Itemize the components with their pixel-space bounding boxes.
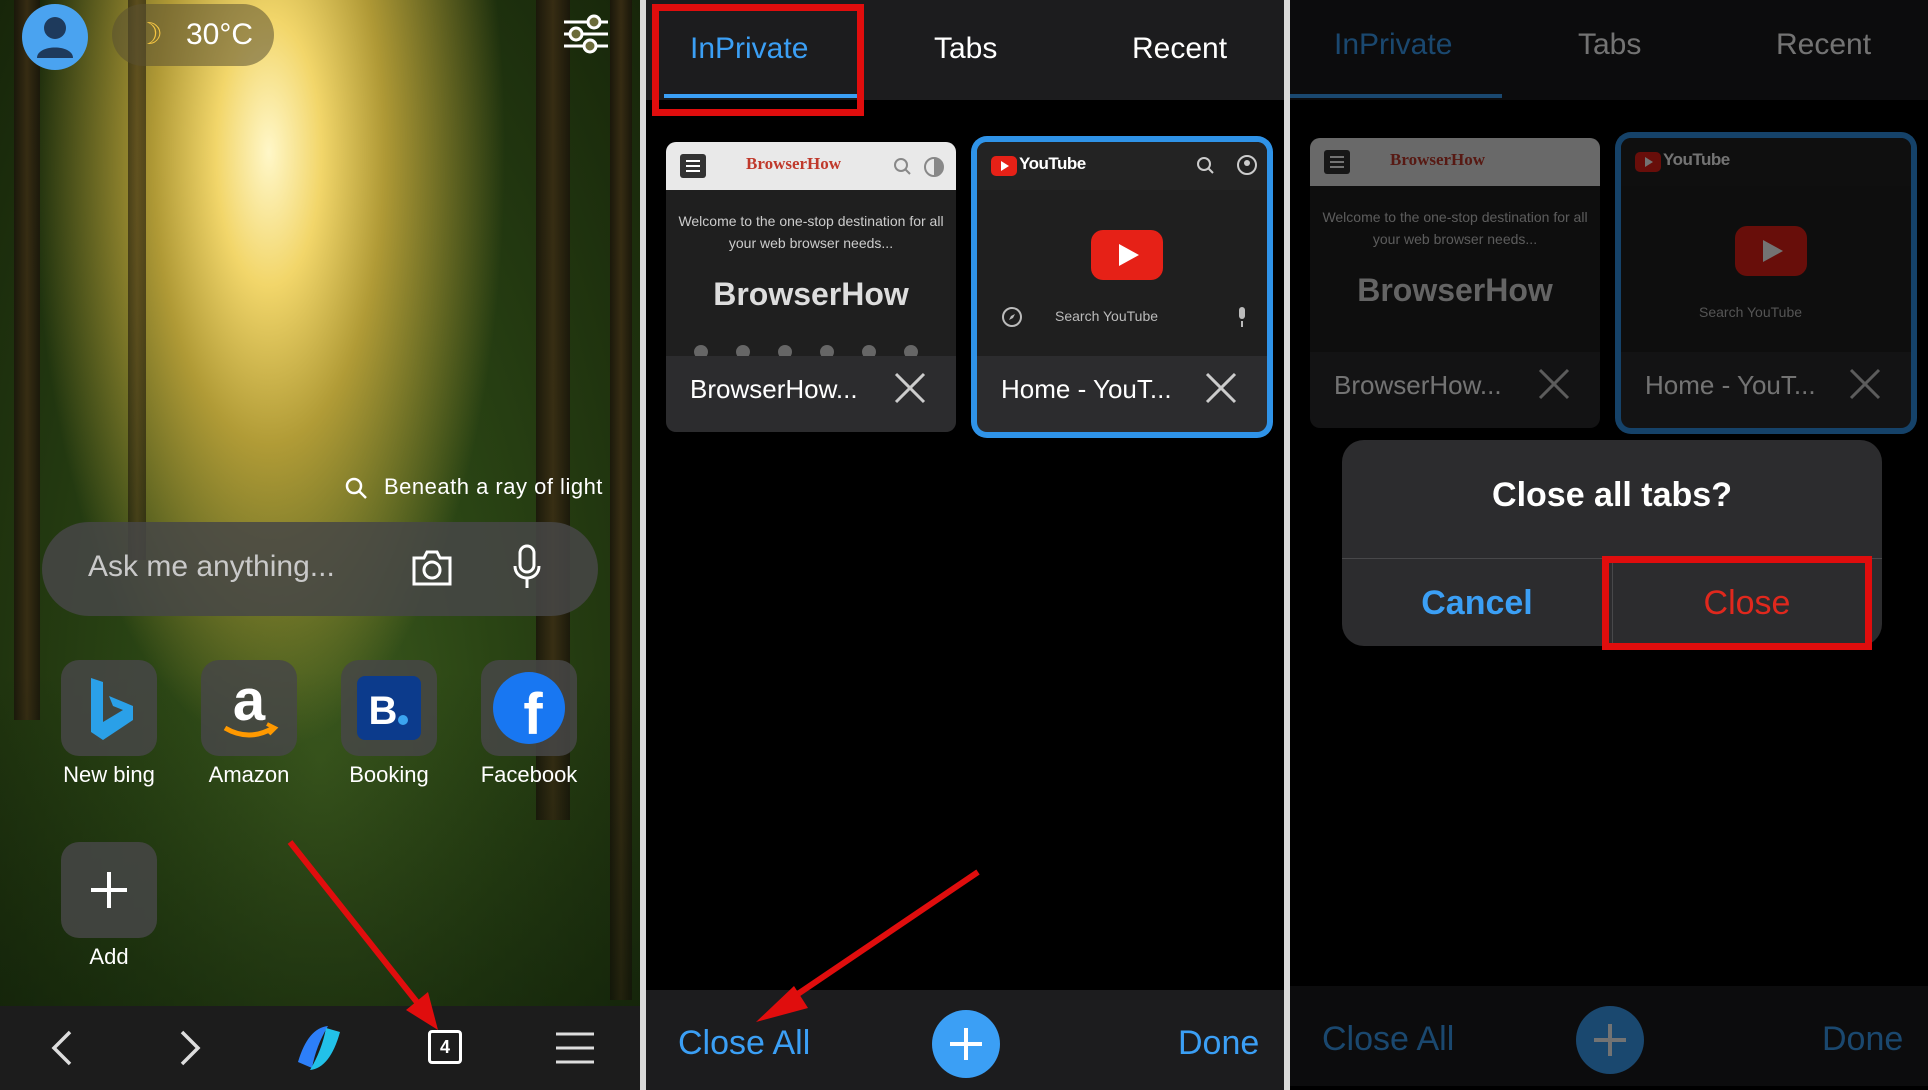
shortcut-new-bing[interactable] xyxy=(61,660,157,756)
tab-title: Home - YouT... xyxy=(1001,374,1172,404)
search-input[interactable]: Ask me anything... xyxy=(42,522,598,616)
new-tab-button[interactable] xyxy=(932,1010,1000,1078)
svg-text:a: a xyxy=(233,668,266,733)
shortcut-label: Facebook xyxy=(480,762,578,787)
add-shortcut-label: Add xyxy=(89,944,129,969)
microphone-icon xyxy=(1239,307,1245,327)
tab-title: BrowserHow... xyxy=(690,374,858,404)
site-description: Welcome to the one-stop destination for … xyxy=(678,213,944,251)
shortcut-booking[interactable]: B xyxy=(341,660,437,756)
shortcut-label: Amazon xyxy=(208,762,290,787)
close-tab-icon[interactable] xyxy=(892,370,928,406)
svg-text:B: B xyxy=(369,689,398,733)
shortcut-label: New bing xyxy=(63,762,155,787)
highlight-box xyxy=(1602,556,1872,650)
close-all-confirm-screen: InPrivate Tabs Recent BrowserHow Welcome… xyxy=(1290,0,1928,1090)
search-placeholder: Ask me anything... xyxy=(88,550,335,583)
tab-count-button[interactable]: 4 xyxy=(428,1030,462,1064)
booking-icon: B xyxy=(357,676,421,740)
forward-icon[interactable] xyxy=(178,1028,202,1068)
copilot-icon[interactable] xyxy=(288,1022,350,1074)
tree-trunk xyxy=(14,0,40,720)
back-icon[interactable] xyxy=(50,1028,74,1068)
thumbnail-header: YouTube xyxy=(977,142,1267,190)
moon-icon: ☽ xyxy=(136,18,163,51)
hamburger-icon xyxy=(680,154,706,178)
profile-avatar[interactable] xyxy=(22,4,88,70)
tab-switcher-bottom-bar: Close All Done xyxy=(646,990,1284,1090)
site-logo: YouTube xyxy=(1019,154,1086,173)
background-title: Beneath a ray of light xyxy=(384,474,603,499)
tab-tabs[interactable]: Tabs xyxy=(934,32,997,66)
tab-card-youtube[interactable]: YouTube Search YouTube Home - YouT... xyxy=(977,142,1267,432)
tab-recent[interactable]: Recent xyxy=(1132,32,1227,66)
tab-card-browserhow[interactable]: BrowserHow Welcome to the one-stop desti… xyxy=(666,142,956,432)
amazon-icon: a xyxy=(223,668,279,738)
tab-switcher-screen: InPrivate Tabs Recent BrowserHow Welcome… xyxy=(646,0,1284,1090)
site-logo: BrowserHow xyxy=(746,154,842,173)
menu-icon[interactable] xyxy=(554,1028,596,1068)
tab-thumbnail: BrowserHow Welcome to the one-stop desti… xyxy=(666,142,956,356)
add-shortcut-button[interactable] xyxy=(61,842,157,938)
search-and-account-icons xyxy=(1197,155,1257,175)
weather-widget[interactable]: ☽ 30°C xyxy=(112,4,274,66)
bing-icon xyxy=(91,678,133,740)
highlight-box xyxy=(652,4,864,116)
bottom-toolbar: 4 xyxy=(0,1006,640,1090)
camera-icon[interactable] xyxy=(410,548,454,588)
search-icon xyxy=(345,477,367,499)
dialog-title: Close all tabs? xyxy=(1492,476,1732,514)
svg-text:f: f xyxy=(523,682,543,747)
tab-thumbnail: YouTube Search YouTube xyxy=(977,142,1267,356)
person-icon xyxy=(37,17,73,58)
compass-icon xyxy=(1002,307,1022,327)
microphone-icon[interactable] xyxy=(512,544,542,590)
site-heading: BrowserHow xyxy=(713,276,909,312)
tree-trunk xyxy=(128,0,146,560)
thumbnail-header: BrowserHow xyxy=(666,142,956,190)
customize-icon[interactable] xyxy=(562,14,610,54)
done-button[interactable]: Done xyxy=(1178,1024,1259,1063)
shortcut-label: Booking xyxy=(349,762,429,787)
close-all-button[interactable]: Close All xyxy=(678,1024,810,1063)
cancel-button[interactable]: Cancel xyxy=(1342,584,1612,623)
search-and-theme-icons xyxy=(894,157,944,177)
youtube-search-placeholder: Search YouTube xyxy=(1055,308,1159,324)
plus-icon xyxy=(950,1028,982,1060)
shortcut-amazon[interactable]: a xyxy=(201,660,297,756)
browser-home-screen: ☽ 30°C Beneath a ray of light Ask me any… xyxy=(0,0,640,1090)
youtube-icon xyxy=(991,156,1017,176)
youtube-play-icon xyxy=(1091,230,1163,280)
plus-icon xyxy=(91,872,127,908)
close-tab-icon[interactable] xyxy=(1203,370,1239,406)
social-icons xyxy=(694,345,918,356)
facebook-icon: f xyxy=(493,672,565,747)
weather-temperature: 30°C xyxy=(186,18,254,51)
shortcut-facebook[interactable]: f xyxy=(481,660,577,756)
